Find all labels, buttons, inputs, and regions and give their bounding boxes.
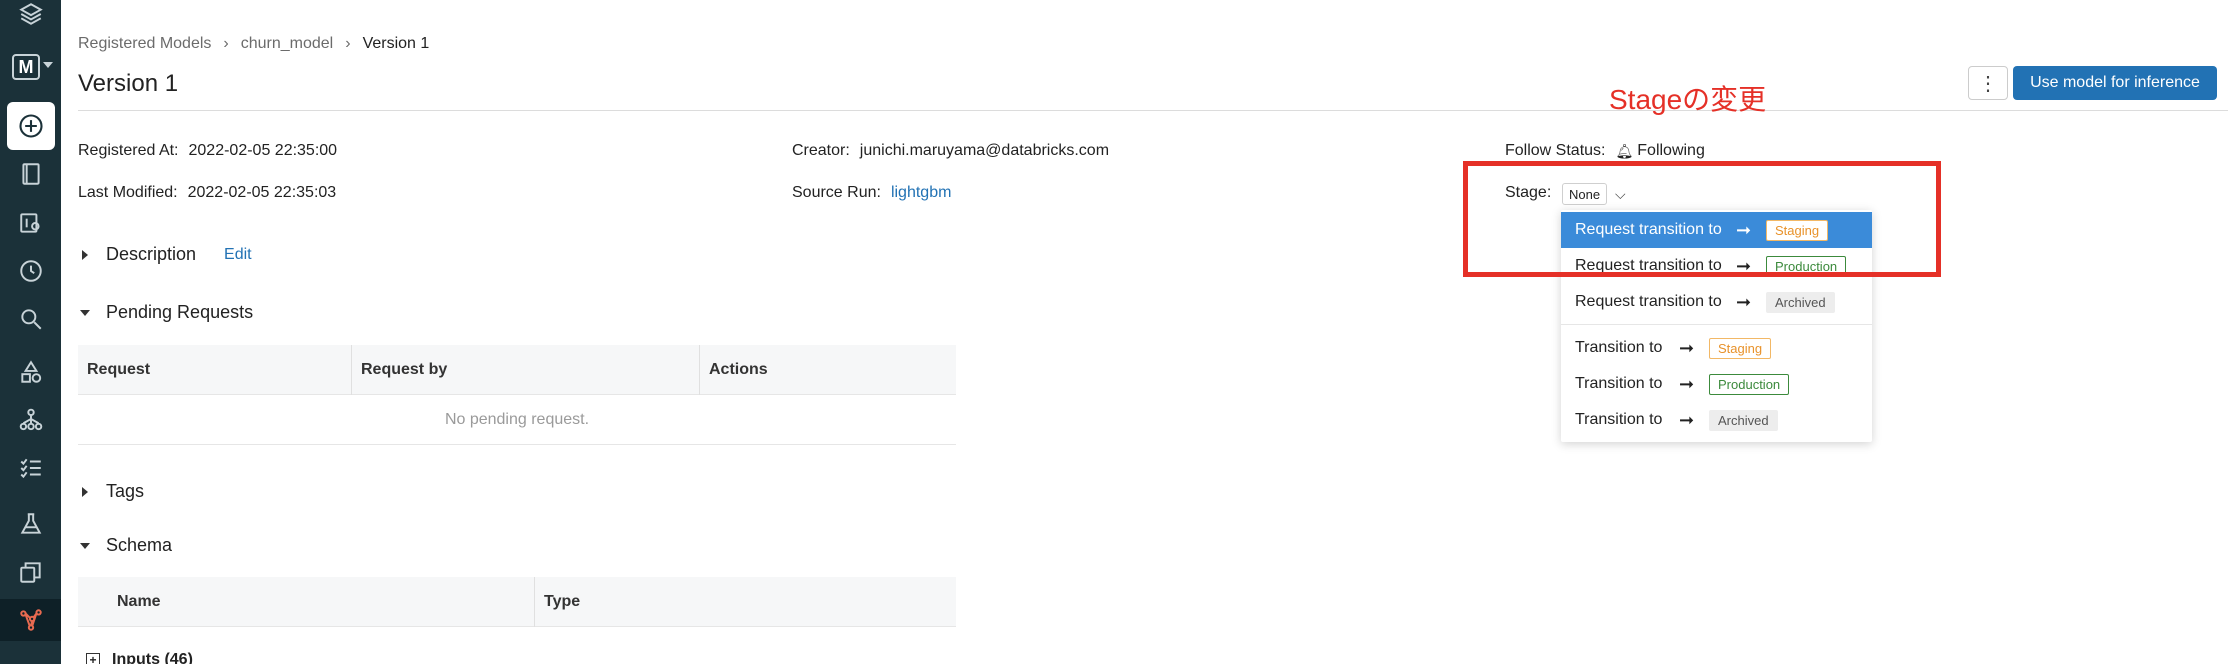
breadcrumb: Registered Models › churn_model › Versio…	[78, 35, 429, 53]
production-badge: Production	[1709, 373, 1790, 395]
pending-requests-section[interactable]: Pending Requests	[78, 302, 253, 323]
menu-divider	[1561, 324, 1872, 325]
data-icon[interactable]	[0, 352, 61, 392]
source-run-link[interactable]: lightgbm	[891, 184, 951, 202]
registered-at-label: Registered At:	[78, 142, 179, 159]
table-header: Request Request by Actions	[78, 345, 956, 395]
breadcrumb-model[interactable]: churn_model	[241, 35, 334, 53]
inputs-label: Inputs (46)	[112, 651, 193, 664]
repos-icon[interactable]	[0, 203, 61, 243]
use-model-for-inference-button[interactable]: Use model for inference	[2013, 66, 2217, 100]
chevron-down-icon[interactable]	[43, 62, 53, 68]
inputs-row[interactable]: + Inputs (46)	[86, 651, 193, 664]
pending-requests-table: Request Request by Actions No pending re…	[78, 345, 956, 445]
description-heading: Description	[106, 244, 197, 264]
column-header-request-by: Request by	[351, 345, 447, 395]
create-plus-icon[interactable]	[0, 102, 61, 150]
archived-badge: Archived	[1709, 409, 1778, 431]
schema-section[interactable]: Schema	[78, 535, 172, 556]
empty-state: No pending request.	[78, 395, 956, 445]
menu-item-request-archived[interactable]: Request transition to ➞ Archived	[1561, 284, 1872, 320]
last-modified-value: 2022-02-05 22:35:03	[187, 184, 337, 201]
layers-icon[interactable]	[0, 0, 61, 34]
chevron-right-icon: ›	[345, 35, 351, 52]
column-header-request: Request	[87, 361, 151, 378]
follow-status: Follow Status: 🔔︎ Following	[1505, 142, 1705, 160]
edit-description-link[interactable]: Edit	[224, 246, 252, 264]
schema-heading: Schema	[106, 535, 173, 555]
caret-right-icon[interactable]	[82, 249, 88, 260]
breadcrumb-registered-models[interactable]: Registered Models	[78, 35, 211, 53]
page-title: Version 1	[78, 70, 179, 97]
menu-item-transition-archived[interactable]: Transition to ➞ Archived	[1561, 402, 1872, 438]
menu-item-label: Transition to	[1575, 411, 1663, 428]
menu-item-transition-production[interactable]: Transition to ➞ Production	[1561, 366, 1872, 402]
expand-plus-icon[interactable]: +	[86, 653, 100, 664]
column-header-type: Type	[534, 577, 580, 627]
bell-icon[interactable]: 🔔︎	[1615, 143, 1633, 160]
jobs-icon[interactable]	[0, 448, 61, 488]
menu-item-label: Request transition to	[1575, 293, 1722, 310]
pending-requests-heading: Pending Requests	[106, 302, 254, 322]
creator-value: junichi.maruyama@databricks.com	[859, 142, 1110, 159]
registered-at-value: 2022-02-05 22:35:00	[188, 142, 338, 159]
recents-icon[interactable]	[0, 251, 61, 291]
table-header: Name Type	[78, 577, 956, 627]
arrow-right-icon: ➞	[1679, 373, 1695, 394]
registered-at: Registered At: 2022-02-05 22:35:00	[78, 142, 337, 160]
arrow-right-icon: ➞	[1679, 337, 1695, 358]
arrow-right-icon: ➞	[1679, 409, 1695, 430]
compute-icon[interactable]	[0, 400, 61, 440]
caret-down-icon[interactable]	[80, 309, 90, 316]
schema-table: Name Type	[78, 577, 956, 627]
breadcrumb-current: Version 1	[362, 35, 430, 52]
search-icon[interactable]	[0, 299, 61, 339]
menu-item-label: Transition to	[1575, 339, 1663, 356]
last-modified: Last Modified: 2022-02-05 22:35:03	[78, 184, 336, 202]
menu-item-label: Transition to	[1575, 375, 1663, 392]
follow-status-value[interactable]: Following	[1637, 142, 1705, 160]
models-icon[interactable]	[0, 599, 61, 641]
sidebar: M	[0, 0, 61, 664]
caret-right-icon[interactable]	[82, 486, 88, 497]
last-modified-label: Last Modified:	[78, 184, 178, 201]
title-divider	[78, 110, 2228, 111]
creator: Creator: junichi.maruyama@databricks.com	[792, 142, 1109, 160]
annotation-label: Stageの変更	[1609, 84, 1767, 115]
source-run: Source Run: lightgbm	[792, 184, 951, 202]
feature-store-icon[interactable]	[0, 552, 61, 592]
column-header-actions: Actions	[699, 345, 768, 395]
caret-down-icon[interactable]	[80, 542, 90, 549]
archived-badge: Archived	[1766, 291, 1835, 313]
tags-section[interactable]: Tags	[78, 481, 144, 502]
experiments-icon[interactable]	[0, 504, 61, 544]
notebook-icon[interactable]	[0, 154, 61, 194]
description-section[interactable]: Description Edit	[78, 244, 252, 265]
workspace-m-icon[interactable]: M	[12, 54, 40, 80]
creator-label: Creator:	[792, 142, 850, 159]
column-header-name: Name	[117, 593, 161, 610]
chevron-right-icon: ›	[223, 35, 229, 52]
arrow-right-icon: ➞	[1736, 291, 1752, 312]
staging-badge: Staging	[1709, 337, 1772, 359]
menu-item-transition-staging[interactable]: Transition to ➞ Staging	[1561, 330, 1872, 366]
more-options-button[interactable]: ⋮	[1968, 66, 2008, 100]
source-run-label: Source Run:	[792, 184, 881, 201]
follow-status-label: Follow Status:	[1505, 142, 1606, 159]
annotation-highlight-box	[1463, 161, 1941, 277]
tags-heading: Tags	[106, 481, 145, 501]
